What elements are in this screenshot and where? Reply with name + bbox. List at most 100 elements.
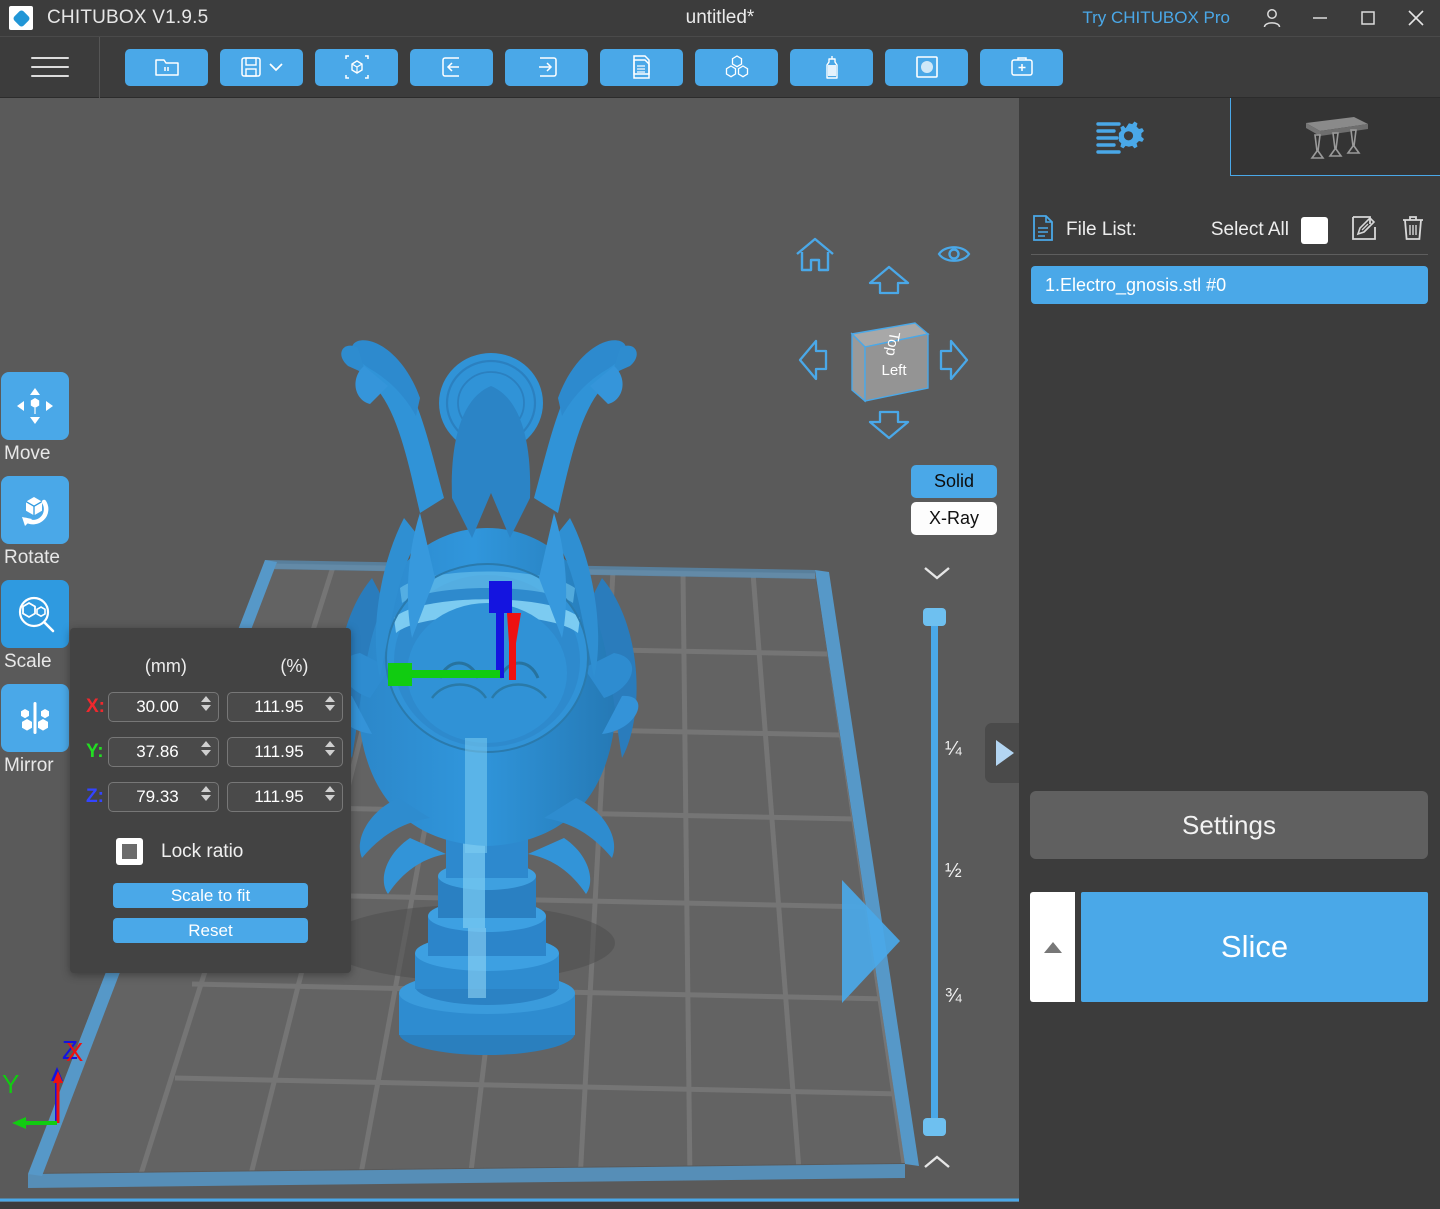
export-button[interactable] — [505, 48, 588, 86]
scale-y-mm-stepper[interactable] — [201, 741, 211, 756]
home-view-icon[interactable] — [794, 236, 836, 279]
3d-viewport[interactable]: Move Rotate Scale Mirror (mm) (%) X: 30.… — [0, 98, 1019, 1209]
lock-ratio-box[interactable] — [116, 838, 143, 865]
save-file-button[interactable] — [220, 48, 303, 86]
scale-x-percent-stepper[interactable] — [325, 696, 335, 711]
file-document-icon — [1031, 214, 1055, 247]
tab-settings-gear[interactable] — [1019, 98, 1230, 176]
rotate-cube-icon[interactable] — [1, 476, 69, 544]
slider-track[interactable] — [931, 616, 938, 1126]
minimize-icon[interactable] — [1296, 0, 1344, 37]
scale-row-y: Y: 37.86 111.95 — [70, 737, 351, 767]
move-arrows-cube-icon[interactable] — [1, 372, 69, 440]
chevron-up-icon[interactable] — [922, 1153, 952, 1176]
file-list-divider — [1031, 254, 1428, 255]
open-file-button[interactable] — [125, 48, 208, 86]
tool-move[interactable]: Move — [0, 372, 72, 465]
tool-scale[interactable]: Scale — [0, 580, 72, 673]
scale-header-mm: (mm) — [144, 656, 187, 676]
eye-visibility-icon[interactable] — [937, 242, 971, 271]
supports-platform-icon — [1305, 117, 1368, 159]
reset-scale-button[interactable]: Reset — [113, 918, 308, 943]
arrow-left-icon[interactable] — [797, 336, 829, 389]
scale-x-mm-stepper[interactable] — [201, 696, 211, 711]
maximize-icon[interactable] — [1344, 0, 1392, 37]
tool-mirror[interactable]: Mirror — [0, 684, 72, 777]
scale-to-fit-button[interactable]: Scale to fit — [113, 883, 308, 908]
chevron-down-icon — [268, 63, 283, 72]
slider-tick-three-quarter: ¾ — [945, 985, 962, 1007]
trash-delete-icon[interactable] — [1400, 214, 1426, 247]
arrow-right-icon[interactable] — [938, 336, 970, 389]
chitubox-logo-icon — [9, 6, 33, 30]
scale-row-x: X: 30.00 111.95 — [70, 692, 351, 722]
slice-row: Slice — [1030, 892, 1428, 1002]
scale-y-percent-stepper[interactable] — [325, 741, 335, 756]
select-all-label[interactable]: Select All — [1211, 219, 1289, 241]
hamburger-menu-icon[interactable] — [0, 36, 100, 98]
select-all-checkbox[interactable] — [1301, 216, 1328, 244]
play-triangle-right-icon[interactable] — [985, 723, 1019, 783]
user-account-icon[interactable] — [1248, 0, 1296, 37]
slider-tick-quarter: ¼ — [945, 738, 962, 760]
view-cube[interactable]: Top Left — [848, 298, 932, 411]
tool-scale-label: Scale — [4, 651, 52, 672]
slider-handle-top[interactable] — [923, 608, 946, 626]
scale-z-mm-stepper[interactable] — [201, 786, 211, 801]
scale-header-percent: (%) — [280, 656, 309, 676]
tool-mirror-label: Mirror — [4, 755, 54, 776]
scale-z-percent-stepper[interactable] — [325, 786, 335, 801]
file-list-header: File List: Select All — [1031, 213, 1426, 247]
tool-move-label: Move — [4, 443, 51, 464]
try-chitubox-pro-link[interactable]: Try CHITUBOX Pro — [1082, 8, 1230, 28]
cube-face-left: Left — [881, 362, 907, 379]
main-toolbar — [0, 36, 1440, 98]
arrow-down-icon[interactable] — [865, 409, 913, 446]
sliders-gear-icon — [1096, 121, 1145, 154]
import-button[interactable] — [410, 48, 493, 86]
right-panel-tabs — [1019, 98, 1440, 176]
layer-range-slider: ¼ ½ ¾ — [900, 558, 1019, 1198]
lock-ratio-label: Lock ratio — [161, 840, 244, 862]
slice-button[interactable]: Slice — [1081, 892, 1428, 1002]
scale-row-z: Z: 79.33 111.95 — [70, 782, 351, 812]
scale-panel: (mm) (%) X: 30.00 111.95 Y: 37.86 111.95… — [70, 628, 351, 973]
scale-z-percent-input[interactable]: 111.95 — [227, 782, 343, 812]
triangle-up-icon[interactable] — [1030, 892, 1075, 1002]
file-list-label: File List: — [1066, 219, 1137, 240]
tool-rotate[interactable]: Rotate — [0, 476, 72, 569]
duplicate-button[interactable] — [600, 48, 683, 86]
scale-y-mm-input[interactable]: 37.86 — [108, 737, 219, 767]
axis-orientation-indicator: Z X Y — [0, 1023, 120, 1143]
lock-ratio-checkbox[interactable]: Lock ratio — [116, 838, 351, 865]
view-mode-xray-button[interactable]: X-Ray — [911, 502, 997, 535]
list-item[interactable]: 1.Electro_gnosis.stl #0 — [1031, 266, 1428, 304]
rename-pencil-icon[interactable] — [1350, 214, 1378, 247]
settings-button[interactable]: Settings — [1030, 791, 1428, 859]
scale-x-percent-input[interactable]: 111.95 — [227, 692, 343, 722]
view-mode-solid-button[interactable]: Solid — [911, 465, 997, 498]
axis-label-x: X — [66, 1037, 83, 1067]
close-icon[interactable] — [1392, 0, 1440, 37]
scale-y-percent-input[interactable]: 111.95 — [227, 737, 343, 767]
slider-handle-bottom[interactable] — [923, 1118, 946, 1136]
chevron-down-icon[interactable] — [922, 564, 952, 587]
arrow-up-icon[interactable] — [865, 264, 913, 301]
left-tool-rail: Move Rotate Scale Mirror — [0, 372, 72, 788]
axis-label-x: X: — [86, 696, 105, 717]
scale-magnifier-icon[interactable] — [1, 580, 69, 648]
app-name-label: CHITUBOX V1.9.5 — [47, 7, 209, 28]
dig-hole-button[interactable] — [885, 48, 968, 86]
mirror-cubes-icon[interactable] — [1, 684, 69, 752]
axis-label-y: Y — [2, 1069, 19, 1099]
add-model-button[interactable] — [315, 48, 398, 86]
scale-x-mm-input[interactable]: 30.00 — [108, 692, 219, 722]
scale-z-mm-input[interactable]: 79.33 — [108, 782, 219, 812]
hollow-button[interactable] — [790, 48, 873, 86]
repair-model-button[interactable] — [980, 48, 1063, 86]
tool-rotate-label: Rotate — [4, 547, 60, 568]
slider-tick-half: ½ — [945, 860, 962, 882]
navigation-gizmo: Top Left — [780, 228, 1000, 448]
tab-supports[interactable] — [1229, 98, 1440, 176]
arrange-all-button[interactable] — [695, 48, 778, 86]
